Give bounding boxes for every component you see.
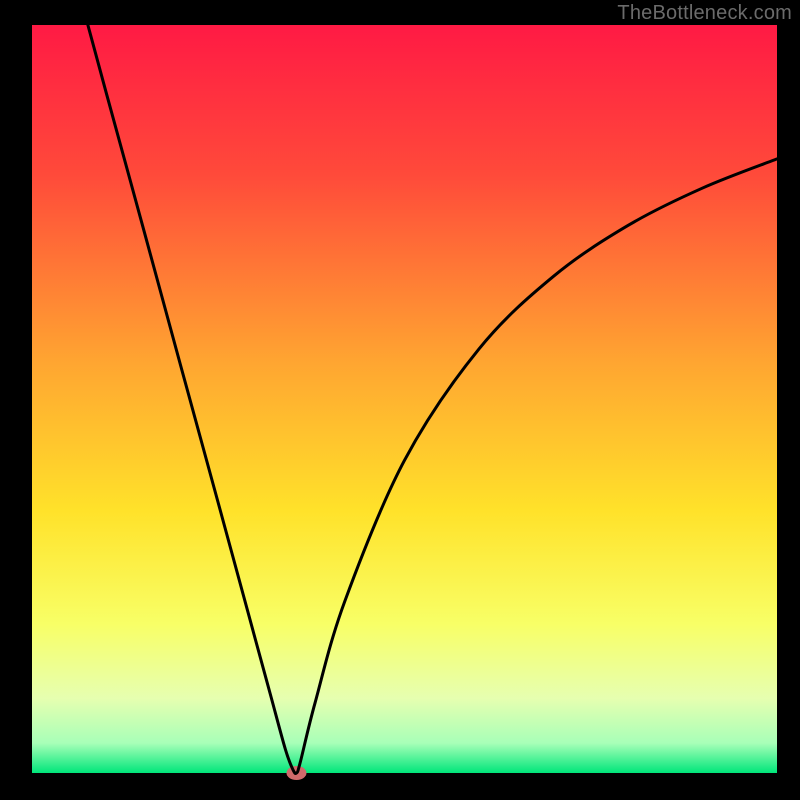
chart-container: TheBottleneck.com [0,0,800,800]
bottleneck-chart [0,0,800,800]
watermark-text: TheBottleneck.com [617,2,792,25]
plot-background [32,25,777,773]
